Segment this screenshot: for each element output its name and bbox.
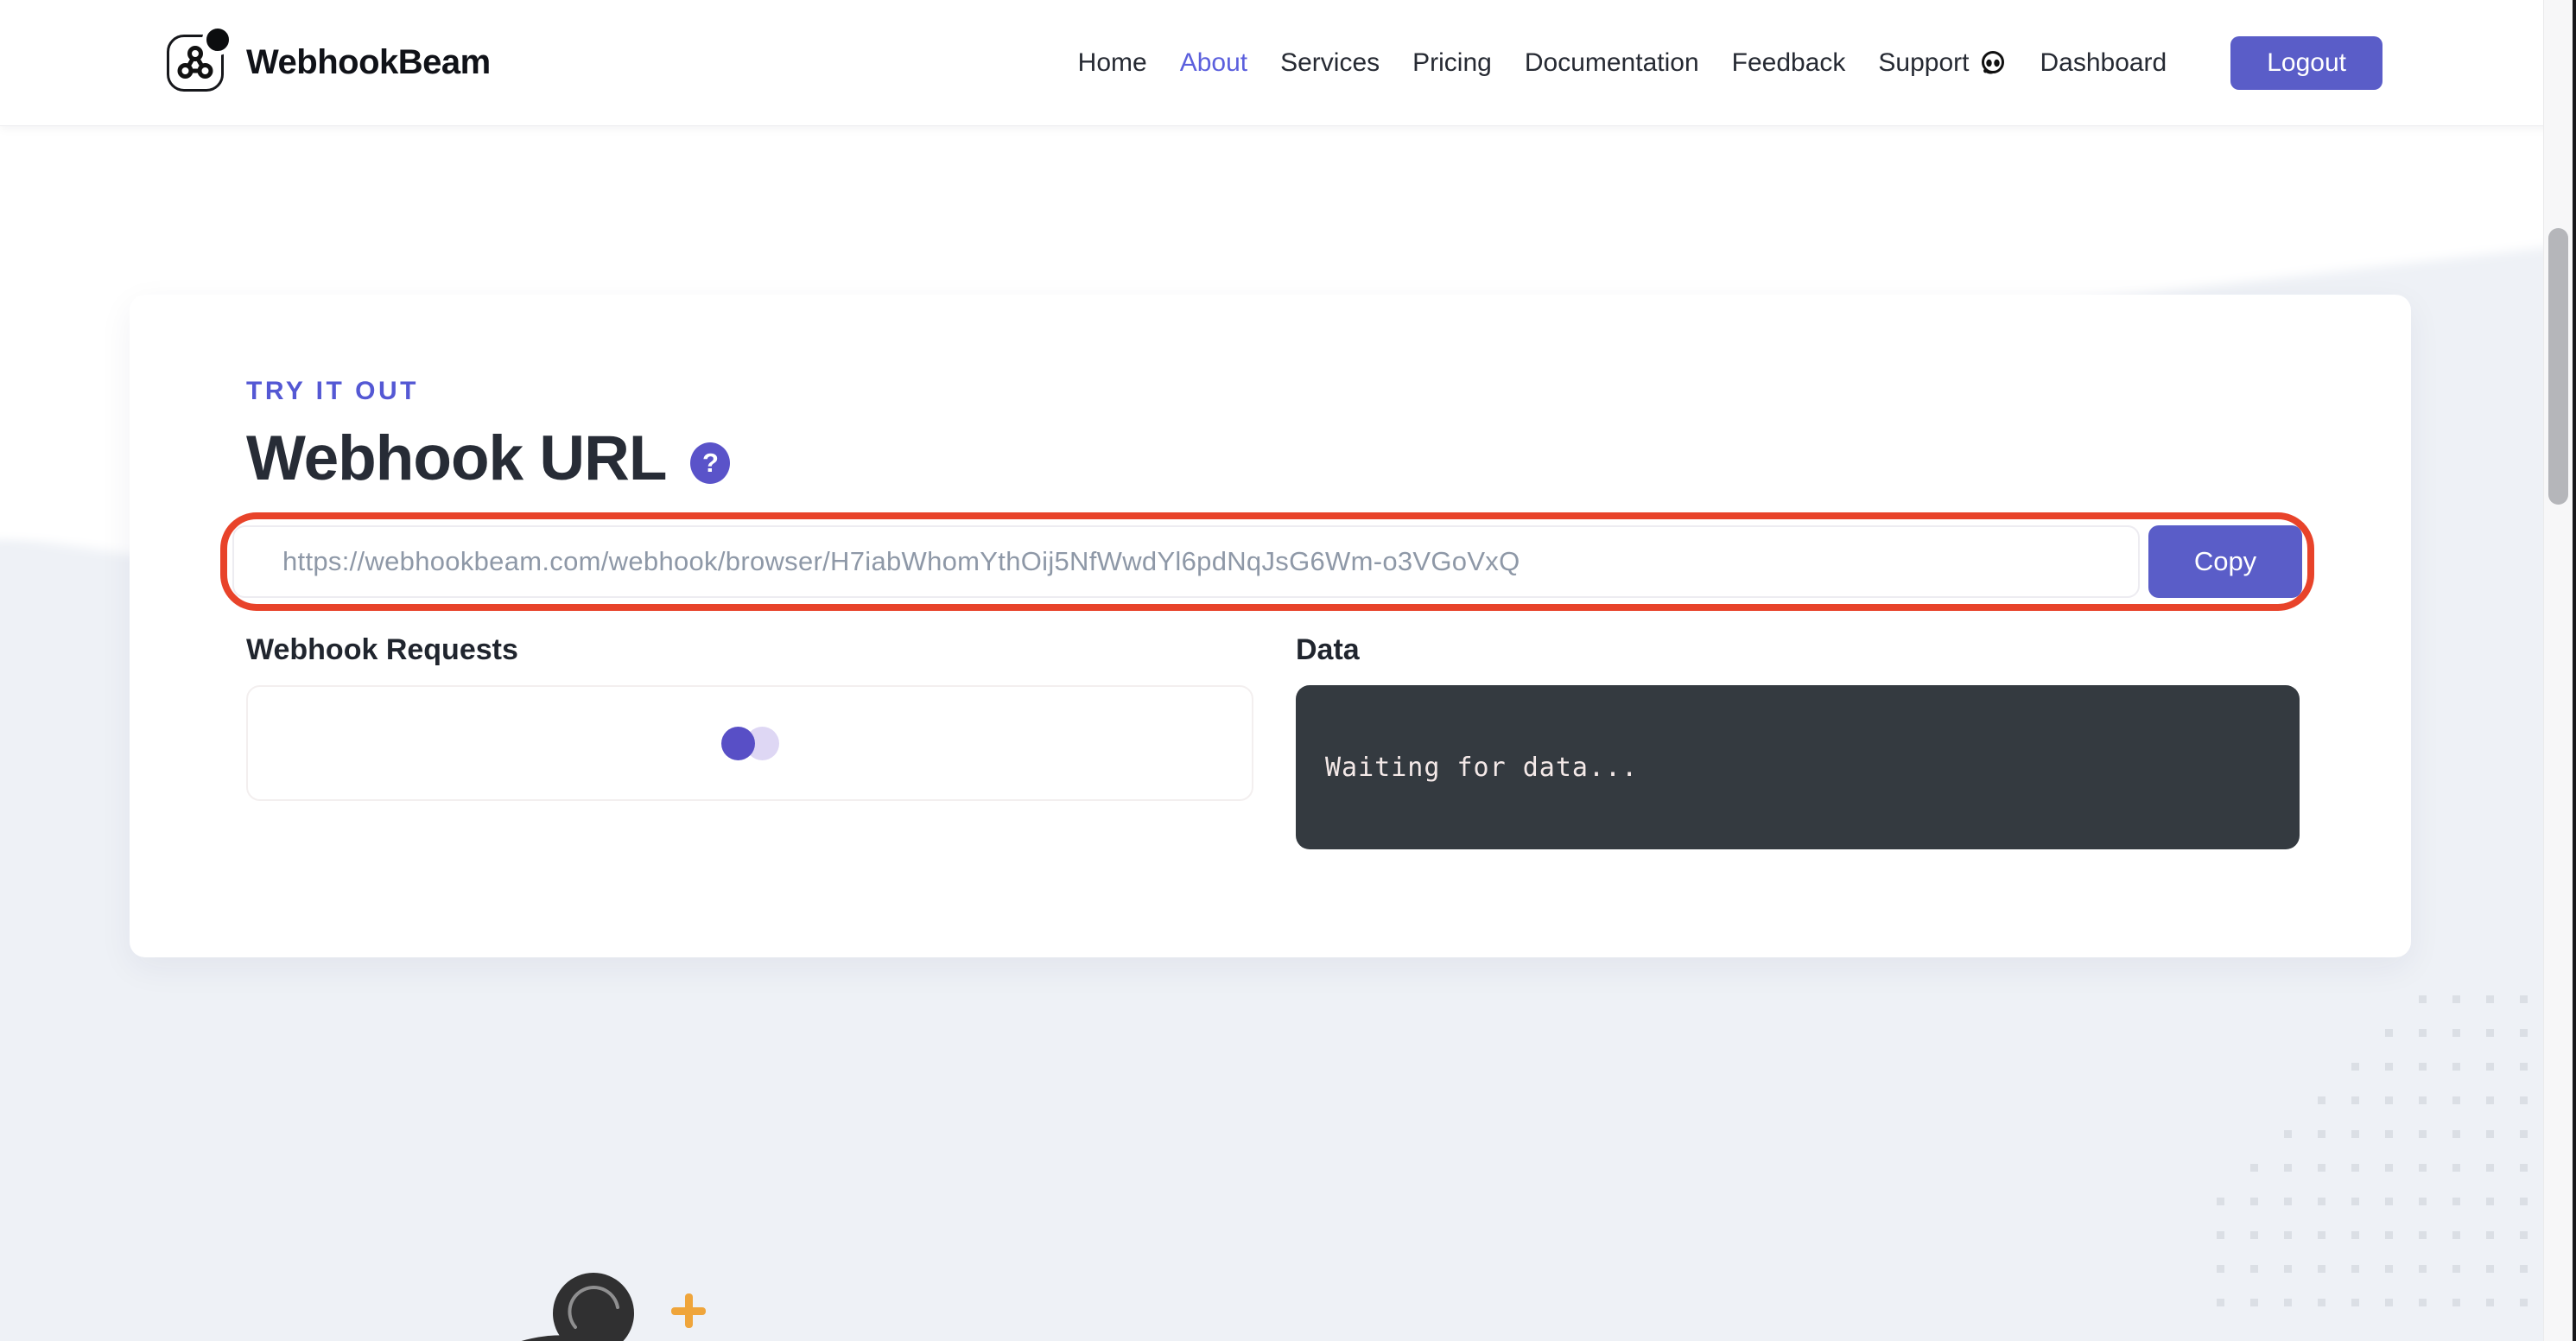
nav-item-dashboard[interactable]: Dashboard	[2040, 48, 2167, 78]
data-heading: Data	[1296, 633, 1360, 667]
nav-item-feedback[interactable]: Feedback	[1732, 48, 1846, 78]
top-navigation-bar: WebhookBeam Home About Services Pricing …	[0, 0, 2576, 126]
plus-decoration	[671, 1293, 706, 1328]
scrollbar-track[interactable]	[2543, 0, 2573, 1341]
title-row: Webhook URL ?	[246, 423, 730, 494]
spinner-dot-primary	[721, 727, 755, 760]
webhook-requests-heading: Webhook Requests	[246, 633, 518, 667]
nav-item-home[interactable]: Home	[1078, 48, 1147, 78]
try-it-out-card: TRY IT OUT Webhook URL ? Copy Webhook Re…	[130, 295, 2411, 957]
nav-item-about[interactable]: About	[1180, 48, 1247, 78]
dots-pattern-decoration	[2205, 983, 2550, 1329]
webhook-requests-panel	[246, 685, 1253, 801]
main-nav: Home About Services Pricing Documentatio…	[1078, 36, 2382, 90]
nav-item-documentation[interactable]: Documentation	[1525, 48, 1699, 78]
loading-spinner	[721, 727, 779, 760]
nav-item-support-label: Support	[1878, 48, 1969, 78]
data-panel: Waiting for data...	[1296, 685, 2300, 849]
headset-icon	[1979, 49, 2007, 77]
webhook-url-input[interactable]	[232, 525, 2140, 598]
nav-item-services[interactable]: Services	[1280, 48, 1380, 78]
logo-dot-icon	[202, 24, 233, 55]
eyebrow-label: TRY IT OUT	[246, 377, 419, 406]
data-placeholder-text: Waiting for data...	[1325, 753, 1638, 783]
help-icon[interactable]: ?	[690, 442, 730, 484]
screen-edge	[2573, 0, 2576, 1341]
webhook-logo-icon[interactable]	[167, 35, 224, 92]
webhook-url-group-highlight: Copy	[220, 512, 2314, 611]
nav-item-support[interactable]: Support	[1878, 48, 2007, 78]
mascot-decoration	[458, 1260, 752, 1341]
logout-button[interactable]: Logout	[2230, 36, 2382, 90]
brand-title: WebhookBeam	[246, 43, 491, 82]
page-title: Webhook URL	[246, 423, 666, 494]
nav-item-pricing[interactable]: Pricing	[1412, 48, 1492, 78]
scrollbar-thumb[interactable]	[2548, 228, 2568, 505]
copy-button[interactable]: Copy	[2148, 525, 2302, 598]
